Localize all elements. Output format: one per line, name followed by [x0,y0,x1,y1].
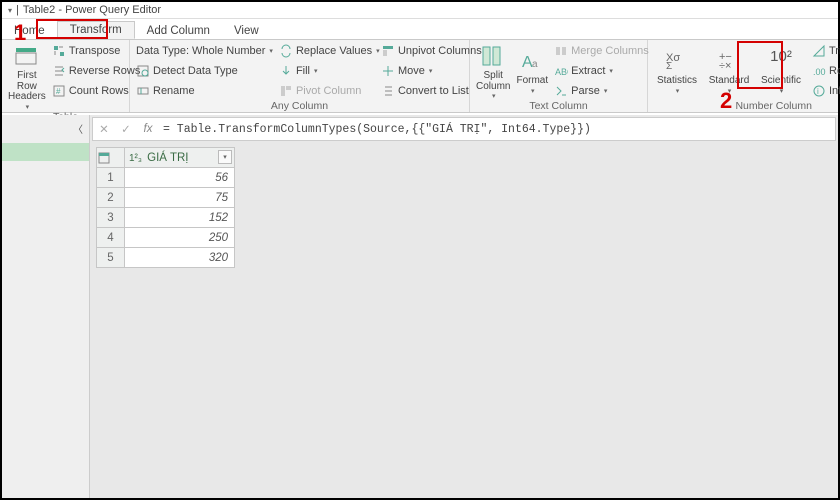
move-icon [381,64,395,78]
column-type-icon: 1²₃ [129,153,142,164]
group-label-number-column: Number Column [654,100,840,113]
data-grid: 1²₃ GIÁ TRỊ ▾ 156 275 3152 4250 5320 [96,147,235,268]
svg-text:i: i [817,87,819,96]
parse-icon [554,84,568,98]
group-any-column: Data Type: Whole Number▾ Detect Data Typ… [130,40,470,112]
split-icon [480,44,506,70]
standard-icon: +−÷× [716,49,742,75]
fill-button[interactable]: Fill▾ [279,62,375,80]
ribbon-tabs: Home Transform Add Column View [2,19,838,39]
transpose-icon [52,44,66,58]
trig-icon [812,44,826,58]
group-number-column: XσΣ Statistics▾ +−÷× Standard▾ 10² Scien… [648,40,840,112]
list-icon [381,84,395,98]
table-row[interactable]: 156 [97,168,235,188]
format-button[interactable]: Aa Format▾ [516,42,548,100]
move-button[interactable]: Move▾ [381,62,473,80]
main-pane: ✕ ✓ fx = Table.TransformColumnTypes(Sour… [90,115,838,498]
split-column-button[interactable]: Split Column▾ [476,42,510,100]
formula-text[interactable]: = Table.TransformColumnTypes(Source,{{"G… [159,123,591,136]
count-rows-button[interactable]: # Count Rows [52,82,141,100]
group-label-any-column: Any Column [136,100,463,113]
dropdown-icon[interactable]: ▾ [8,6,12,15]
pivot-column-button[interactable]: Pivot Column [279,82,375,100]
query-item-selected[interactable] [2,143,89,161]
rename-icon [136,84,150,98]
extract-icon: ABC [554,64,568,78]
svg-text:.00: .00 [813,67,826,77]
formula-bar: ✕ ✓ fx = Table.TransformColumnTypes(Sour… [92,117,836,141]
tab-transform[interactable]: Transform [57,21,135,39]
grid-corner[interactable] [97,148,125,168]
merge-columns-button[interactable]: Merge Columns [554,42,649,60]
tab-home[interactable]: Home [2,23,57,39]
scientific-icon: 10² [768,49,794,75]
reverse-rows-icon [52,64,66,78]
statistics-button[interactable]: XσΣ Statistics▾ [654,42,700,100]
table-headers-icon [14,44,40,70]
svg-text:ABC: ABC [555,67,568,77]
group-table: First Row Headers ▾ Transpose Reverse Ro… [2,40,130,112]
fill-icon [279,64,293,78]
unpivot-icon [381,44,395,58]
table-row[interactable]: 4250 [97,228,235,248]
format-icon: Aa [519,49,545,75]
queries-pane: 〈 [2,115,90,498]
rounding-button[interactable]: .00 Rounding [812,62,840,80]
detect-type-icon [136,64,150,78]
fx-icon[interactable]: fx [137,123,159,135]
column-header-label: GIÁ TRỊ [147,152,188,164]
collapse-pane-icon[interactable]: 〈 [73,121,83,136]
window-title: Table2 - Power Query Editor [23,4,161,16]
pivot-icon [279,84,293,98]
svg-text:#: # [56,87,61,96]
svg-text:Σ: Σ [666,61,672,69]
column-header[interactable]: 1²₃ GIÁ TRỊ ▾ [125,148,235,168]
convert-to-list-button[interactable]: Convert to List [381,82,473,100]
transpose-button[interactable]: Transpose [52,42,141,60]
replace-icon [279,44,293,58]
merge-icon [554,44,568,58]
count-rows-icon: # [52,84,66,98]
ribbon: First Row Headers ▾ Transpose Reverse Ro… [2,39,838,113]
standard-button[interactable]: +−÷× Standard▾ [706,42,752,100]
formula-cancel-icon[interactable]: ✕ [93,122,115,136]
unpivot-columns-button[interactable]: Unpivot Columns▾ [381,42,473,60]
table-row[interactable]: 3152 [97,208,235,228]
table-row[interactable]: 275 [97,188,235,208]
rename-button[interactable]: Rename [136,82,273,100]
trigonometry-button[interactable]: Trigonometry [812,42,840,60]
group-label-text-column: Text Column [476,100,641,113]
replace-values-button[interactable]: Replace Values▾ [279,42,375,60]
column-filter-icon[interactable]: ▾ [218,150,232,164]
use-first-row-headers-button[interactable]: First Row Headers ▾ [8,42,46,111]
svg-text:÷×: ÷× [719,60,731,69]
scientific-button[interactable]: 10² Scientific▾ [758,42,804,100]
info-icon: i [812,84,826,98]
detect-data-type-button[interactable]: Detect Data Type [136,62,273,80]
information-button[interactable]: i Information [812,82,840,100]
title-bar: ▾ | Table2 - Power Query Editor [2,2,838,19]
tab-add-column[interactable]: Add Column [135,23,222,39]
data-type-button[interactable]: Data Type: Whole Number▾ [136,42,273,60]
extract-button[interactable]: ABC Extract▾ [554,62,649,80]
reverse-rows-button[interactable]: Reverse Rows [52,62,141,80]
parse-button[interactable]: Parse▾ [554,82,649,100]
formula-accept-icon[interactable]: ✓ [115,122,137,136]
statistics-icon: XσΣ [664,49,690,75]
svg-text:a: a [532,59,538,70]
table-row[interactable]: 5320 [97,248,235,268]
content-area: 〈 ✕ ✓ fx = Table.TransformColumnTypes(So… [2,115,838,498]
group-text-column: Split Column▾ Aa Format▾ Merge Columns A… [470,40,648,112]
tab-view[interactable]: View [222,23,271,39]
rounding-icon: .00 [812,64,826,78]
